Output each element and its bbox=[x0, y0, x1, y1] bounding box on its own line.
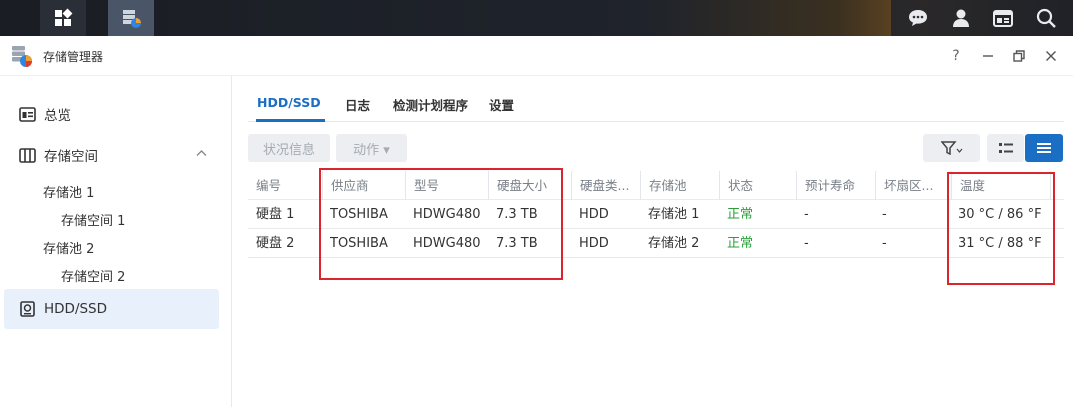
tab-settings[interactable]: 设置 bbox=[489, 95, 514, 114]
hdd-icon bbox=[18, 300, 36, 318]
restore-icon bbox=[1013, 50, 1025, 62]
filter-button[interactable] bbox=[923, 134, 980, 162]
main-menu-icon bbox=[55, 8, 73, 26]
cell-temperature: 30 °C / 86 °F bbox=[958, 207, 1042, 222]
detail-view-button[interactable] bbox=[1025, 134, 1063, 162]
taskbar-tray bbox=[891, 0, 1073, 36]
cell-pool: 存储池 1 bbox=[648, 207, 700, 222]
table-row[interactable]: 硬盘 2 TOSHIBA HDWG480 7.3 TB HDD 存储池 2 正常… bbox=[248, 229, 1064, 258]
help-button[interactable]: ? bbox=[945, 45, 967, 67]
header-bad-sectors[interactable]: 坏扇区... bbox=[875, 171, 950, 200]
sidebar: 总览 存储空间 存储池 1 存储空间 1 存储池 2 存储空间 2 HDD/SS… bbox=[0, 76, 232, 407]
cell-vendor: TOSHIBA bbox=[330, 236, 388, 251]
cell-id: 硬盘 2 bbox=[256, 236, 295, 251]
sidebar-item-vol2[interactable]: 存储空间 2 bbox=[61, 266, 125, 285]
cell-bad-sectors: - bbox=[882, 207, 887, 222]
taskbar bbox=[0, 0, 1073, 36]
minimize-button[interactable] bbox=[977, 45, 999, 67]
storage-manager-app-icon bbox=[12, 46, 32, 67]
active-tab-indicator bbox=[256, 119, 325, 122]
tab-hdd-ssd[interactable]: HDD/SSD bbox=[257, 95, 321, 110]
storage-manager-icon bbox=[123, 10, 141, 28]
main-menu-button[interactable] bbox=[40, 0, 86, 36]
header-vendor[interactable]: 供应商 bbox=[322, 171, 404, 200]
cell-pool: 存储池 2 bbox=[648, 236, 700, 251]
cell-disk-type: HDD bbox=[579, 207, 609, 222]
cell-bad-sectors: - bbox=[882, 236, 887, 251]
sidebar-item-hdd-ssd[interactable]: HDD/SSD bbox=[4, 289, 219, 329]
sidebar-item-label: 总览 bbox=[44, 108, 71, 124]
user-icon[interactable] bbox=[947, 4, 975, 32]
list-view-button[interactable] bbox=[987, 134, 1024, 162]
column-resize-handle[interactable] bbox=[1050, 171, 1056, 200]
sidebar-item-label: HDD/SSD bbox=[44, 301, 108, 317]
status-info-button[interactable]: 状况信息 bbox=[248, 134, 330, 162]
cell-vendor: TOSHIBA bbox=[330, 207, 388, 222]
filter-icon bbox=[940, 141, 962, 155]
table-header: 编号 供应商 型号 硬盘大小 硬盘类... 存储池 状态 预计寿命 坏扇区...… bbox=[248, 171, 1064, 200]
chevron-up-icon[interactable] bbox=[196, 149, 207, 157]
cell-model: HDWG480 bbox=[413, 236, 481, 251]
cell-temperature: 31 °C / 88 °F bbox=[958, 236, 1042, 251]
header-id[interactable]: 编号 bbox=[256, 171, 316, 200]
cell-disk-type: HDD bbox=[579, 236, 609, 251]
sidebar-item-storage[interactable]: 存储空间 bbox=[4, 135, 219, 175]
overview-icon bbox=[18, 105, 36, 123]
detail-list-icon bbox=[1037, 143, 1051, 153]
storage-manager-taskbar-button[interactable] bbox=[108, 0, 154, 36]
sidebar-item-overview[interactable]: 总览 bbox=[4, 94, 219, 134]
search-icon[interactable] bbox=[1032, 4, 1060, 32]
header-temperature[interactable]: 温度 bbox=[951, 171, 1054, 200]
table-row[interactable]: 硬盘 1 TOSHIBA HDWG480 7.3 TB HDD 存储池 1 正常… bbox=[248, 200, 1064, 229]
restore-button[interactable] bbox=[1008, 45, 1030, 67]
sidebar-item-label: 存储空间 bbox=[44, 149, 98, 165]
cell-status: 正常 bbox=[727, 207, 754, 222]
sidebar-item-pool1[interactable]: 存储池 1 bbox=[43, 182, 94, 201]
storage-icon bbox=[18, 146, 36, 164]
cell-lifespan: - bbox=[804, 236, 809, 251]
action-button[interactable]: 动作 ▾ bbox=[336, 134, 407, 162]
chat-icon[interactable] bbox=[904, 4, 932, 32]
sidebar-item-vol1[interactable]: 存储空间 1 bbox=[61, 210, 125, 229]
cell-status: 正常 bbox=[727, 236, 754, 251]
close-icon bbox=[1046, 51, 1056, 61]
header-status[interactable]: 状态 bbox=[719, 171, 795, 200]
disk-table: 编号 供应商 型号 硬盘大小 硬盘类... 存储池 状态 预计寿命 坏扇区...… bbox=[248, 171, 1064, 258]
cell-size: 7.3 TB bbox=[496, 207, 538, 222]
widgets-icon[interactable] bbox=[989, 4, 1017, 32]
window-title: 存储管理器 bbox=[43, 50, 104, 64]
window-titlebar: 存储管理器 ? bbox=[0, 36, 1073, 76]
tab-test-scheduler[interactable]: 检测计划程序 bbox=[393, 95, 468, 114]
header-pool[interactable]: 存储池 bbox=[640, 171, 718, 200]
tab-logs[interactable]: 日志 bbox=[345, 95, 370, 114]
header-size[interactable]: 硬盘大小 bbox=[488, 171, 570, 200]
close-button[interactable] bbox=[1040, 45, 1062, 67]
header-model[interactable]: 型号 bbox=[405, 171, 487, 200]
header-lifespan[interactable]: 预计寿命 bbox=[796, 171, 874, 200]
cell-lifespan: - bbox=[804, 207, 809, 222]
sidebar-item-pool2[interactable]: 存储池 2 bbox=[43, 238, 94, 257]
cell-model: HDWG480 bbox=[413, 207, 481, 222]
cell-id: 硬盘 1 bbox=[256, 207, 295, 222]
cell-size: 7.3 TB bbox=[496, 236, 538, 251]
header-disk-type[interactable]: 硬盘类... bbox=[571, 171, 639, 200]
tab-bar: HDD/SSD 日志 检测计划程序 设置 bbox=[248, 88, 1064, 122]
help-icon: ? bbox=[952, 48, 960, 64]
list-view-icon bbox=[998, 143, 1013, 153]
minimize-icon bbox=[983, 55, 993, 57]
